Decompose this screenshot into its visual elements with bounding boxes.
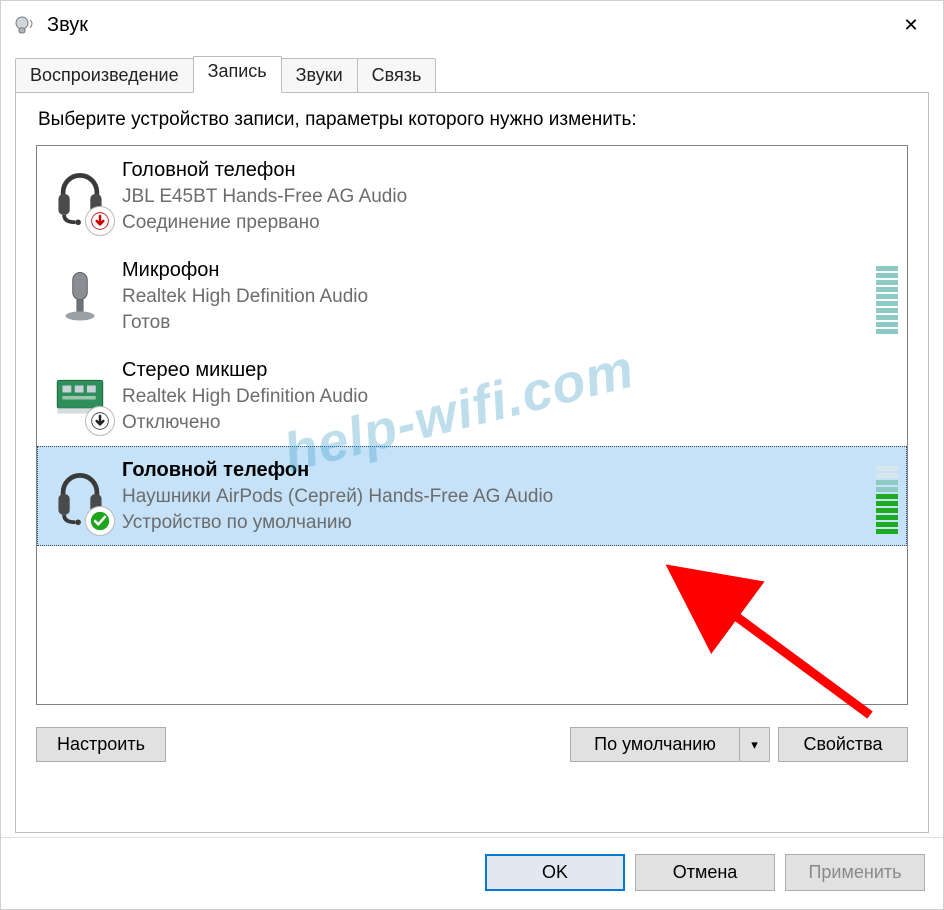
tab-panel: Выберите устройство записи, параметры ко… [15, 92, 929, 833]
ok-button[interactable]: OK [485, 854, 625, 891]
close-button[interactable]: ✕ [885, 7, 937, 43]
tab-recording[interactable]: Запись [193, 56, 282, 93]
device-row[interactable]: Головной телефонНаушники AirPods (Сергей… [37, 446, 907, 546]
device-icon [44, 353, 116, 439]
device-status: Устройство по умолчанию [122, 510, 868, 536]
device-status: Готов [122, 310, 868, 336]
status-badge-default-icon [86, 507, 114, 535]
level-meter [876, 458, 898, 534]
window-title: Звук [47, 14, 88, 37]
device-text: Стерео микшерRealtek High Definition Aud… [116, 357, 898, 435]
cancel-button[interactable]: Отмена [635, 854, 775, 891]
device-name: Стерео микшер [122, 357, 898, 384]
app-icon [13, 13, 37, 37]
device-status: Соединение прервано [122, 210, 898, 236]
tab-playback[interactable]: Воспроизведение [15, 58, 194, 93]
set-default-dropdown[interactable]: ▾ [740, 727, 770, 762]
device-icon [44, 453, 116, 539]
configure-button[interactable]: Настроить [36, 727, 166, 762]
device-text: Головной телефонНаушники AirPods (Сергей… [116, 457, 868, 535]
device-subtitle: Realtek High Definition Audio [122, 384, 898, 410]
close-icon: ✕ [903, 15, 918, 36]
device-subtitle: Наушники AirPods (Сергей) Hands-Free AG … [122, 484, 868, 510]
device-icon [44, 253, 116, 339]
titlebar-left: Звук [13, 13, 88, 37]
properties-button[interactable]: Свойства [778, 727, 908, 762]
dialog-footer: OK Отмена Применить [1, 837, 943, 909]
right-button-group: По умолчанию ▾ Свойства [570, 727, 908, 762]
level-meter [876, 258, 898, 334]
device-row[interactable]: Стерео микшерRealtek High Definition Aud… [37, 346, 907, 446]
dialog-content: Воспроизведение Запись Звуки Связь Выбер… [1, 47, 943, 833]
titlebar: Звук ✕ [1, 1, 943, 47]
status-badge-disconnected-icon [86, 207, 114, 235]
device-row[interactable]: МикрофонRealtek High Definition AudioГот… [37, 246, 907, 346]
device-text: МикрофонRealtek High Definition AudioГот… [116, 257, 868, 335]
device-status: Отключено [122, 410, 898, 436]
apply-button[interactable]: Применить [785, 854, 925, 891]
set-default-splitbutton[interactable]: По умолчанию ▾ [570, 727, 770, 762]
tabstrip: Воспроизведение Запись Звуки Связь [15, 58, 929, 93]
device-name: Головной телефон [122, 457, 868, 484]
instruction-text: Выберите устройство записи, параметры ко… [38, 109, 908, 131]
device-name: Головной телефон [122, 157, 898, 184]
device-subtitle: JBL E45BT Hands-Free AG Audio [122, 184, 898, 210]
status-badge-disabled-icon [86, 407, 114, 435]
tab-sounds[interactable]: Звуки [281, 58, 358, 93]
sound-dialog: Звук ✕ Воспроизведение Запись Звуки Связ… [0, 0, 944, 910]
device-name: Микрофон [122, 257, 868, 284]
device-subtitle: Realtek High Definition Audio [122, 284, 868, 310]
panel-buttons: Настроить По умолчанию ▾ Свойства [36, 727, 908, 762]
device-list[interactable]: Головной телефонJBL E45BT Hands-Free AG … [36, 145, 908, 705]
device-text: Головной телефонJBL E45BT Hands-Free AG … [116, 157, 898, 235]
device-icon [44, 153, 116, 239]
set-default-button[interactable]: По умолчанию [570, 727, 740, 762]
device-row[interactable]: Головной телефонJBL E45BT Hands-Free AG … [37, 146, 907, 246]
tab-communications[interactable]: Связь [357, 58, 437, 93]
